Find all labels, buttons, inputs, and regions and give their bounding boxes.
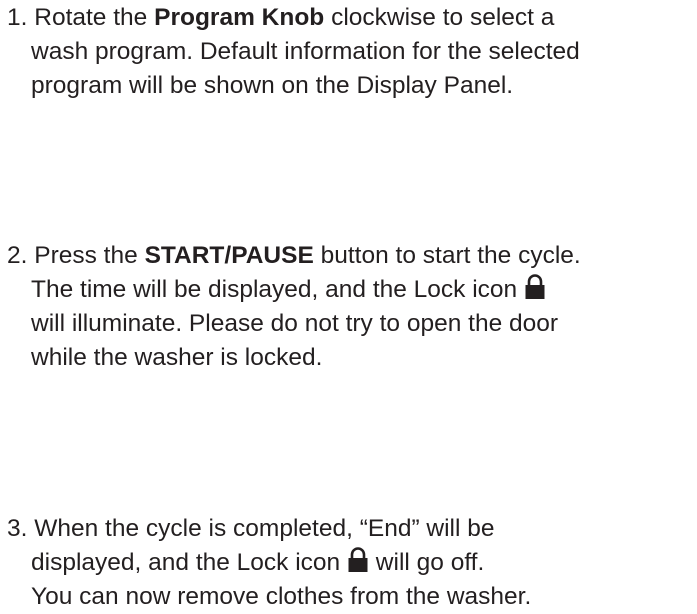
- step-3: 3. When the cycle is completed, “End” wi…: [0, 512, 697, 614]
- step-2-line-3: will illuminate. Please do not try to op…: [31, 310, 559, 337]
- text-segment: displayed, and the Lock icon: [31, 549, 341, 576]
- step-2-line-2: The time will be displayed, and the Lock…: [0, 273, 697, 307]
- step-3-line-3: You can now remove clothes from the wash…: [31, 583, 532, 610]
- step-1-line-1: 1. Rotate the Program Knob clockwise to …: [0, 1, 697, 35]
- text-segment: Rotate the: [34, 4, 155, 31]
- step-1: 1. Rotate the Program Knob clockwise to …: [0, 1, 697, 103]
- step-1-line-2: wash program. Default information for th…: [31, 38, 580, 65]
- lock-icon: [524, 273, 546, 300]
- text-segment: When the cycle is completed, “End” will …: [34, 515, 495, 542]
- step-3-line-2: displayed, and the Lock icon will go off…: [0, 546, 697, 580]
- step-2: 2. Press the START/PAUSE button to start…: [0, 239, 697, 375]
- step-number: 3.: [7, 515, 28, 542]
- program-knob-label: Program Knob: [154, 4, 325, 31]
- text-segment: The time will be displayed, and the Lock…: [31, 276, 518, 303]
- step-number: 2.: [7, 242, 28, 269]
- step-2-line-1: 2. Press the START/PAUSE button to start…: [0, 239, 697, 273]
- lock-icon: [347, 546, 369, 573]
- step-2-line-4: while the washer is locked.: [31, 344, 323, 371]
- text-segment: Press the: [34, 242, 145, 269]
- text-segment: clockwise to select a: [324, 4, 555, 31]
- step-number: 1.: [7, 4, 28, 31]
- instruction-page: { "steps": [ { "number": "1.", "lines": …: [0, 0, 697, 614]
- start-pause-label: START/PAUSE: [144, 242, 314, 269]
- step-1-line-3: program will be shown on the Display Pan…: [31, 72, 514, 99]
- text-segment: will go off.: [369, 549, 485, 576]
- text-segment: button to start the cycle.: [313, 242, 581, 269]
- step-3-line-1: 3. When the cycle is completed, “End” wi…: [0, 512, 697, 546]
